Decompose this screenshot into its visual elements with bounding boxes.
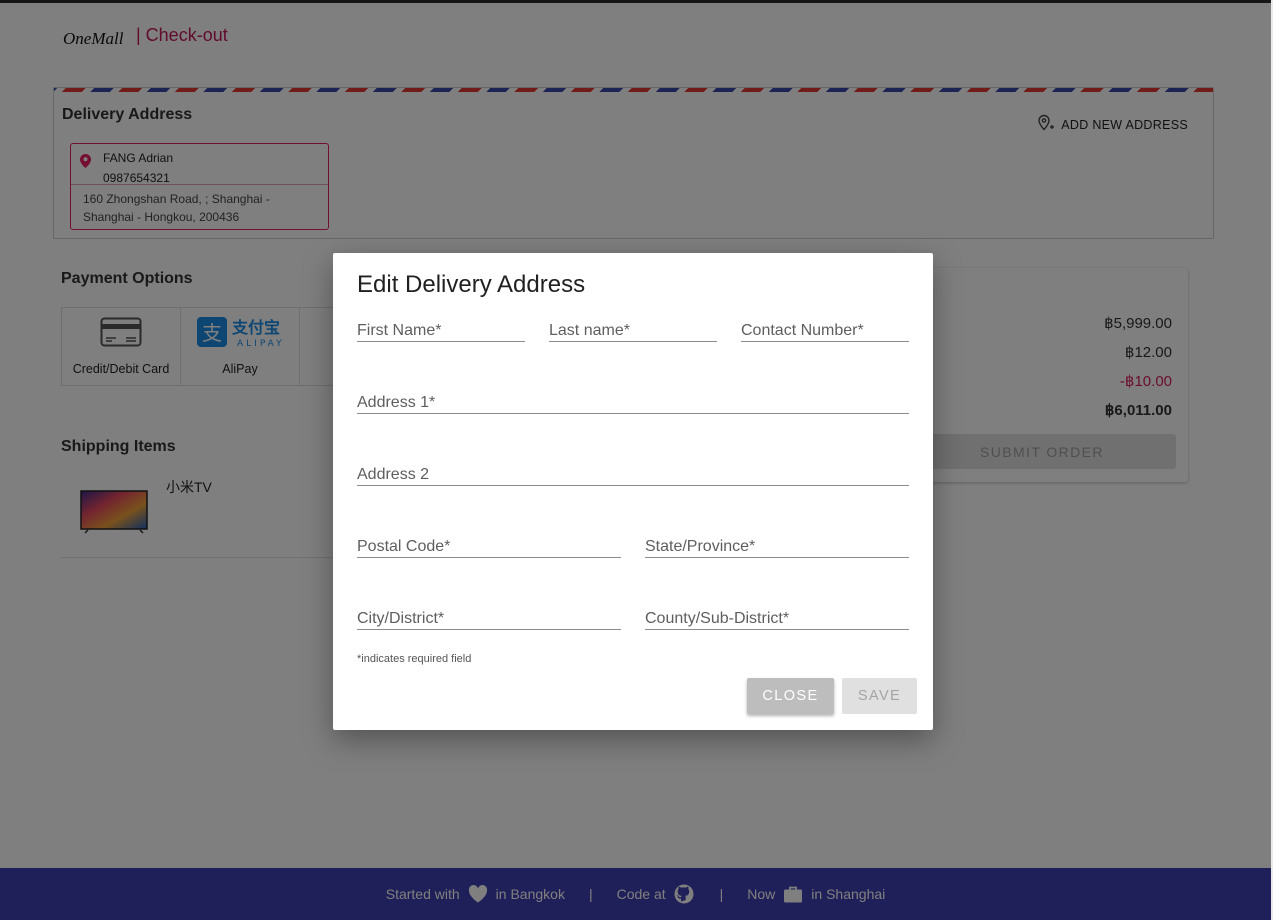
county-subdistrict-label: County/Sub-District* [645,610,790,627]
first-name-label: First Name* [357,322,442,339]
city-district-label: City/District* [357,610,445,627]
state-province-label: State/Province* [645,538,756,555]
contact-number-field[interactable]: Contact Number* [741,316,909,342]
address2-label: Address 2 [357,466,430,483]
last-name-label: Last name* [549,322,630,339]
address1-label: Address 1* [357,394,436,411]
contact-number-label: Contact Number* [741,322,864,339]
first-name-field[interactable]: First Name* [357,316,525,342]
edit-address-dialog: Edit Delivery Address First Name* Last n… [333,253,933,730]
last-name-field[interactable]: Last name* [549,316,717,342]
postal-code-field[interactable]: Postal Code* [357,532,621,558]
state-province-field[interactable]: State/Province* [645,532,909,558]
postal-code-label: Postal Code* [357,538,451,555]
address1-field[interactable]: Address 1* [357,388,909,414]
dialog-title: Edit Delivery Address [357,271,586,298]
county-subdistrict-field[interactable]: County/Sub-District* [645,604,909,630]
required-field-note: *indicates required field [357,653,472,665]
address2-field[interactable]: Address 2 [357,460,909,486]
close-button[interactable]: CLOSE [747,678,834,714]
city-district-field[interactable]: City/District* [357,604,621,630]
save-button[interactable]: SAVE [842,678,917,714]
